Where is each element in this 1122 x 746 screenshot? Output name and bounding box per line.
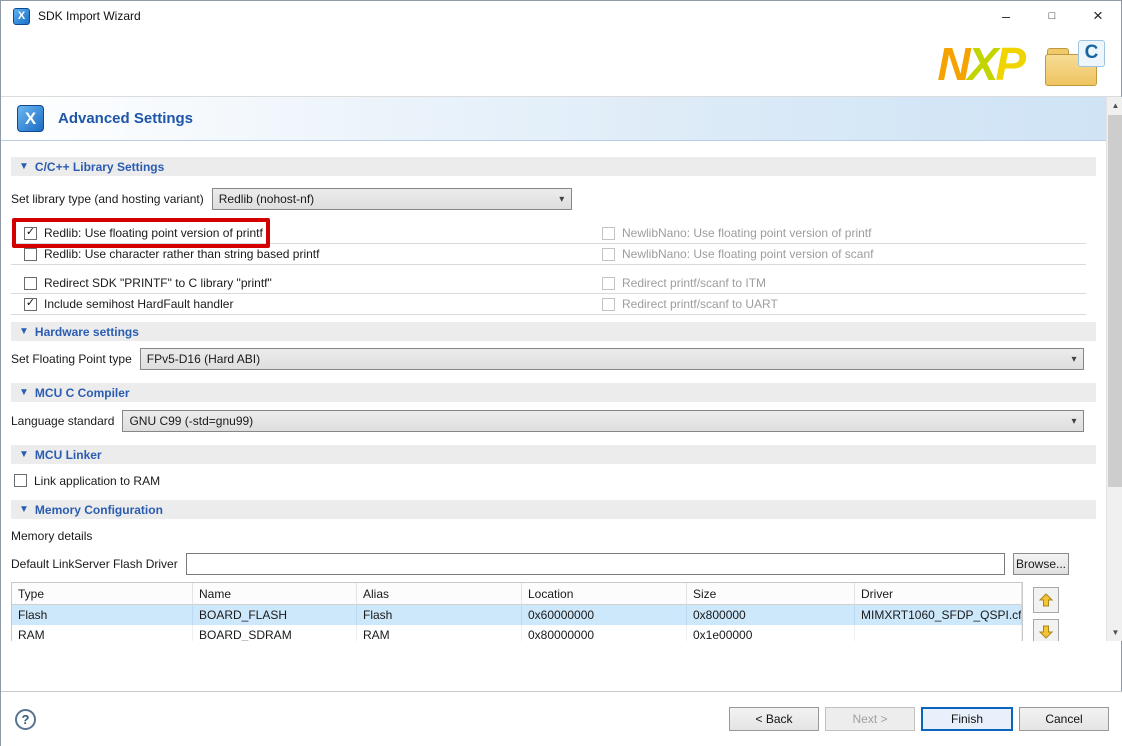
col-header-driver: Driver: [855, 583, 1022, 605]
next-button: Next >: [825, 707, 915, 731]
library-checkbox-grid: ✓ Redlib: Use floating point version of …: [11, 223, 1096, 265]
language-standard-label: Language standard: [11, 414, 114, 428]
flash-driver-label: Default LinkServer Flash Driver: [11, 557, 178, 571]
checkbox-redirect-uart: Redirect printf/scanf to UART: [596, 294, 1086, 315]
check-icon: ✓: [26, 227, 35, 238]
checkbox-box: [14, 474, 27, 487]
memory-details-label: Memory details: [11, 528, 1096, 543]
col-header-type: Type: [12, 583, 193, 605]
flash-driver-input[interactable]: [186, 553, 1005, 575]
checkbox-redirect-itm: Redirect printf/scanf to ITM: [596, 273, 1086, 294]
vertical-scrollbar[interactable]: ▲ ▼: [1106, 97, 1122, 641]
scroll-down-icon[interactable]: ▼: [1107, 624, 1122, 641]
checkbox-redlib-float-printf[interactable]: ✓ Redlib: Use floating point version of …: [11, 223, 596, 244]
floating-point-label: Set Floating Point type: [11, 352, 132, 366]
checkbox-redlib-char-printf[interactable]: Redlib: Use character rather than string…: [11, 244, 596, 265]
checkbox-box: [24, 277, 37, 290]
check-icon: ✓: [26, 298, 35, 309]
table-row-flash[interactable]: Flash BOARD_FLASH Flash 0x60000000 0x800…: [12, 605, 1022, 625]
move-down-icon: [1039, 625, 1053, 639]
brand-header: N X P C: [1, 31, 1121, 97]
col-header-alias: Alias: [357, 583, 522, 605]
collapse-icon: ▼: [19, 327, 29, 337]
sdk-import-wizard-window: X SDK Import Wizard – □ × N X P C X Adva…: [0, 0, 1122, 746]
floating-point-combo[interactable]: FPv5-D16 (Hard ABI) ▾: [140, 348, 1084, 370]
nxp-letter-x: X: [968, 41, 996, 87]
section-mcu-c-compiler[interactable]: ▼ MCU C Compiler: [11, 383, 1096, 402]
back-button[interactable]: < Back: [729, 707, 819, 731]
chevron-down-icon: ▾: [553, 194, 571, 205]
chevron-down-icon: ▾: [1065, 354, 1083, 365]
memory-table-area: Type Name Alias Location Size Driver Fla…: [11, 582, 1096, 641]
scroll-up-icon[interactable]: ▲: [1107, 97, 1122, 114]
library-type-row: Set library type (and hosting variant) R…: [11, 188, 1096, 210]
minimize-button[interactable]: –: [983, 1, 1029, 31]
mcuxpresso-page-icon: X: [17, 105, 44, 132]
checkbox-newlibnano-float-scanf: NewlibNano: Use floating point version o…: [596, 244, 1086, 265]
window-controls: – □ ×: [983, 1, 1121, 31]
maximize-button[interactable]: □: [1029, 1, 1075, 31]
c-file-badge: C: [1078, 40, 1105, 67]
collapse-icon: ▼: [19, 162, 29, 172]
footer-buttons: < Back Next > Finish Cancel: [729, 707, 1109, 731]
section-memory-configuration[interactable]: ▼ Memory Configuration: [11, 500, 1096, 519]
titlebar: X SDK Import Wizard – □ ×: [1, 1, 1121, 31]
checkbox-box: [602, 277, 615, 290]
sdk-folder-icon: C: [1045, 40, 1105, 88]
move-down-button[interactable]: [1033, 619, 1059, 641]
chevron-down-icon: ▾: [1065, 416, 1083, 427]
flash-driver-row: Default LinkServer Flash Driver Browse..…: [11, 553, 1069, 575]
page-header: X Advanced Settings: [1, 97, 1106, 141]
language-standard-combo[interactable]: GNU C99 (-std=gnu99) ▾: [122, 410, 1084, 432]
language-standard-row: Language standard GNU C99 (-std=gnu99) ▾: [11, 410, 1096, 432]
nxp-letter-p: P: [995, 41, 1023, 87]
library-checkbox-grid-2: Redirect SDK "PRINTF" to C library "prin…: [11, 273, 1096, 315]
browse-button[interactable]: Browse...: [1013, 553, 1069, 575]
memory-table: Type Name Alias Location Size Driver Fla…: [11, 582, 1023, 641]
checkbox-semihost-hardfault[interactable]: ✓ Include semihost HardFault handler: [11, 294, 596, 315]
col-header-location: Location: [522, 583, 687, 605]
mcuxpresso-app-icon: X: [13, 8, 30, 25]
wizard-footer: ? < Back Next > Finish Cancel: [1, 691, 1122, 746]
table-row-ram[interactable]: RAM BOARD_SDRAM RAM 0x80000000 0x1e00000: [12, 625, 1022, 641]
library-type-combo[interactable]: Redlib (nohost-nf) ▾: [212, 188, 572, 210]
help-button[interactable]: ?: [15, 709, 36, 730]
col-header-name: Name: [193, 583, 357, 605]
move-up-icon: [1039, 593, 1053, 607]
collapse-icon: ▼: [19, 505, 29, 515]
window-title: SDK Import Wizard: [38, 9, 141, 23]
checkbox-newlibnano-float-printf: NewlibNano: Use floating point version o…: [596, 223, 1086, 244]
checkbox-link-to-ram[interactable]: Link application to RAM: [11, 470, 1096, 491]
checkbox-box: [602, 248, 615, 261]
close-button[interactable]: ×: [1075, 1, 1121, 31]
wizard-content: X Advanced Settings ▼ C/C++ Library Sett…: [1, 97, 1122, 641]
finish-button[interactable]: Finish: [921, 707, 1013, 731]
checkbox-box: [602, 298, 615, 311]
col-header-size: Size: [687, 583, 855, 605]
move-up-button[interactable]: [1033, 587, 1059, 613]
page-title: Advanced Settings: [58, 110, 193, 127]
collapse-icon: ▼: [19, 388, 29, 398]
cancel-button[interactable]: Cancel: [1019, 707, 1109, 731]
memory-table-header: Type Name Alias Location Size Driver: [12, 583, 1022, 605]
floating-point-row: Set Floating Point type FPv5-D16 (Hard A…: [11, 348, 1096, 370]
section-library-settings[interactable]: ▼ C/C++ Library Settings: [11, 157, 1096, 176]
collapse-icon: ▼: [19, 450, 29, 460]
row-move-buttons: [1033, 587, 1059, 641]
nxp-logo: N X P: [937, 41, 1023, 87]
nxp-letter-n: N: [937, 41, 967, 87]
checkbox-redirect-sdk-printf[interactable]: Redirect SDK "PRINTF" to C library "prin…: [11, 273, 596, 294]
checkbox-box: ✓: [24, 227, 37, 240]
checkbox-box: [602, 227, 615, 240]
library-type-label: Set library type (and hosting variant): [11, 192, 204, 206]
scrollbar-thumb[interactable]: [1108, 115, 1122, 487]
section-hardware-settings[interactable]: ▼ Hardware settings: [11, 322, 1096, 341]
checkbox-box: [24, 248, 37, 261]
section-mcu-linker[interactable]: ▼ MCU Linker: [11, 445, 1096, 464]
checkbox-box: ✓: [24, 298, 37, 311]
